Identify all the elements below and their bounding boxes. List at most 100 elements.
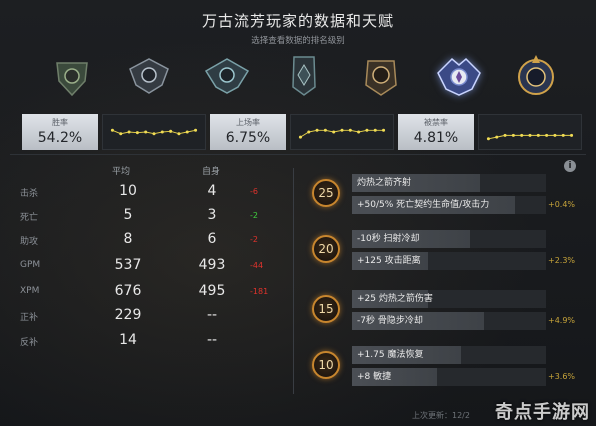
talent-level-badge: 15	[312, 295, 340, 323]
sparkline-point	[315, 128, 319, 132]
talent-option[interactable]: +125 攻击距离	[352, 252, 428, 270]
site-watermark: 奇点手游网	[495, 402, 590, 423]
talent-winrate-delta: +2.3%	[548, 256, 576, 265]
self-value: 3	[207, 207, 217, 223]
sparkline-point	[144, 130, 148, 134]
crusader-medal-icon[interactable]	[199, 48, 255, 104]
talent-option[interactable]: +1.75 魔法恢复	[352, 346, 461, 364]
diff-value: -44	[250, 261, 264, 270]
sparkline-point	[160, 130, 164, 134]
talent-option[interactable]: +8 敏捷	[352, 368, 437, 386]
sparkline-point	[340, 128, 344, 132]
avg-column-header: 平均	[112, 167, 131, 177]
stat-label: 上场率	[236, 118, 260, 127]
sparkline-point	[348, 128, 352, 132]
talent-option[interactable]: 灼热之箭齐射	[352, 174, 480, 192]
sparkline-point	[135, 131, 139, 135]
sparkline-point	[486, 137, 490, 141]
info-icon[interactable]: i	[564, 160, 576, 172]
talent-option[interactable]: +25 灼热之箭伤害	[352, 290, 433, 308]
stat-card-pickrate: 上场率 6.75%	[210, 114, 394, 150]
legend-medal-icon[interactable]	[353, 48, 409, 104]
last-updated-value: 12/2	[452, 411, 470, 420]
avg-value: 537	[114, 257, 142, 273]
sparkline-point	[382, 128, 386, 132]
herald-medal-icon[interactable]	[44, 48, 100, 104]
talent-text: -7秒 骨隐步冷却	[357, 316, 423, 326]
talent-option[interactable]: -10秒 扫射冷却	[352, 230, 470, 248]
sparkline-point	[561, 133, 565, 137]
stat-box: 胜率 54.2%	[22, 114, 98, 150]
table-row: 助攻 8 6 -2	[0, 228, 290, 252]
section-divider	[10, 154, 586, 155]
avg-value: 10	[119, 183, 137, 199]
self-value: --	[206, 332, 218, 348]
row-label: GPM	[20, 260, 41, 270]
talent-winrate-delta: +4.9%	[548, 316, 576, 325]
diff-value: -6	[250, 187, 258, 196]
sparkline-point	[545, 133, 549, 137]
sparkline-point	[110, 128, 114, 132]
stat-card-winrate: 胜率 54.2%	[22, 114, 206, 150]
stat-value: 4.81%	[413, 130, 459, 146]
archon-medal-icon[interactable]	[276, 48, 332, 104]
table-row: 正补 229 --	[0, 304, 290, 328]
stat-label: 被禁率	[424, 118, 448, 127]
section-divider-vertical	[293, 168, 294, 394]
avg-value: 14	[119, 332, 137, 348]
talent-text: 灼热之箭齐射	[357, 178, 412, 188]
talent-winrate-delta: +0.4%	[548, 200, 576, 209]
talent-option[interactable]: +50/5% 死亡契约生命值/攻击力	[352, 196, 515, 214]
sparkline-point	[520, 133, 524, 137]
row-label: 死亡	[20, 213, 39, 223]
last-updated-label: 上次更新：	[412, 411, 452, 420]
sparkline-point	[495, 135, 499, 139]
divine-medal-icon[interactable]	[508, 48, 564, 104]
sparkline-chart	[478, 114, 582, 150]
talent-text: +8 敏捷	[357, 372, 392, 382]
sparkline-point	[194, 128, 198, 132]
row-label: 助攻	[20, 237, 39, 247]
table-row: GPM 537 493 -44	[0, 254, 290, 278]
sparkline-point	[528, 133, 532, 137]
stat-box: 被禁率 4.81%	[398, 114, 474, 150]
sparkline-point	[332, 130, 336, 134]
sparkline-chart	[290, 114, 394, 150]
stat-label: 胜率	[52, 118, 68, 127]
sparkline-point	[323, 128, 327, 132]
sparkline-point	[511, 133, 515, 137]
rank-tier-selector	[44, 48, 564, 104]
talent-text: +25 灼热之箭伤害	[357, 294, 433, 304]
stat-card-banrate: 被禁率 4.81%	[398, 114, 582, 150]
ancient-medal-icon[interactable]	[431, 48, 487, 104]
sparkline-point	[185, 130, 189, 134]
talent-level-badge: 20	[312, 235, 340, 263]
talent-level-badge: 10	[312, 351, 340, 379]
talent-option[interactable]: -7秒 骨隐步冷却	[352, 312, 484, 330]
guardian-medal-icon[interactable]	[121, 48, 177, 104]
talent-level-badge: 25	[312, 179, 340, 207]
row-label: XPM	[20, 286, 40, 296]
self-value: 493	[198, 257, 226, 273]
stat-value: 6.75%	[225, 130, 271, 146]
sparkline-point	[373, 128, 377, 132]
table-row: XPM 676 495 -181	[0, 280, 290, 304]
last-updated: 上次更新：12/2	[412, 410, 470, 421]
sparkline-point	[169, 129, 173, 133]
stat-value: 54.2%	[37, 130, 83, 146]
sparkline-chart	[102, 114, 206, 150]
sparkline-point	[570, 133, 574, 137]
talent-winrate-delta: +3.6%	[548, 372, 576, 381]
self-value: 495	[198, 283, 226, 299]
self-value: --	[206, 307, 218, 323]
sparkline-point	[536, 133, 540, 137]
talent-text: +125 攻击距离	[357, 256, 421, 266]
talent-text: -10秒 扫射冷却	[357, 234, 420, 244]
avg-value: 5	[123, 207, 133, 223]
stat-box: 上场率 6.75%	[210, 114, 286, 150]
sparkline-point	[152, 132, 156, 136]
self-column-header: 自身	[202, 167, 221, 177]
diff-value: -2	[250, 235, 258, 244]
self-value: 6	[207, 231, 217, 247]
row-label: 正补	[20, 313, 39, 323]
